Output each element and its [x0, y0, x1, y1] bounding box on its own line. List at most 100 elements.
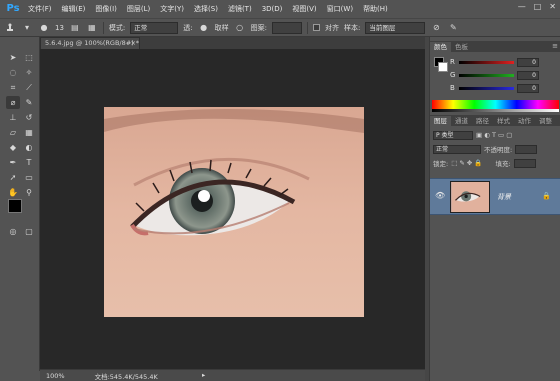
hand-tool-icon[interactable]: ✋: [6, 186, 20, 199]
eraser-tool-icon[interactable]: ▱: [6, 126, 20, 139]
layer-filter-row: P 类型 ▣ ◐ T ▭ ▢: [430, 129, 560, 141]
blend-mode-select[interactable]: 正常: [433, 144, 481, 154]
lock-icons[interactable]: ⬚ ✎ ✥ 🔒: [451, 159, 482, 167]
status-menu-arrow-icon[interactable]: ▸: [202, 371, 205, 379]
eyedropper-tool-icon[interactable]: ⟋: [22, 81, 36, 94]
document-tab[interactable]: 5.6.4.jpg @ 100%(RGB/8#) * ×: [40, 37, 140, 49]
color-panel-background[interactable]: [438, 62, 448, 72]
red-value-input[interactable]: 0: [517, 57, 539, 67]
green-channel-label: G: [450, 71, 456, 79]
lock-icon: 🔒: [542, 192, 551, 200]
brush-size-value: 13: [55, 23, 64, 32]
tab-actions[interactable]: 动作: [514, 116, 535, 126]
history-brush-tool-icon[interactable]: ↺: [22, 111, 36, 124]
menu-help[interactable]: 帮助(H): [358, 4, 393, 14]
menu-select[interactable]: 选择(S): [189, 4, 223, 14]
fill-input[interactable]: [513, 158, 536, 168]
filter-icons[interactable]: ▣ ◐ T ▭ ▢: [476, 131, 512, 139]
minimize-icon[interactable]: —: [518, 2, 526, 11]
tab-channels[interactable]: 通道: [451, 116, 472, 126]
lock-fill-row: 锁定: ⬚ ✎ ✥ 🔒 填充:: [430, 157, 560, 169]
pen-tool-icon[interactable]: ✒: [6, 156, 20, 169]
menu-window[interactable]: 窗口(W): [322, 4, 358, 14]
panel-menu-icon[interactable]: ≡: [552, 41, 558, 51]
color-spectrum[interactable]: [432, 100, 559, 109]
blue-slider[interactable]: [459, 86, 514, 90]
clone-source-icon[interactable]: ▦: [86, 22, 98, 34]
layer-kind-filter[interactable]: P 类型: [433, 130, 473, 140]
tab-swatches[interactable]: 色板: [451, 42, 472, 52]
menu-view[interactable]: 视图(V): [287, 4, 321, 14]
close-icon[interactable]: ✕: [549, 2, 556, 11]
menu-layer[interactable]: 图层(L): [122, 4, 155, 14]
mode-label: 模式:: [108, 23, 126, 32]
blue-value-input[interactable]: 0: [517, 83, 539, 93]
align-label: 对齐: [325, 23, 339, 32]
tab-styles[interactable]: 样式: [493, 116, 514, 126]
quick-mask-icon[interactable]: ◎: [6, 225, 20, 238]
color-panel-tabs: 颜色 色板 ≡: [430, 41, 560, 52]
visibility-eye-icon[interactable]: 👁: [435, 191, 445, 201]
status-bar: 100% 文档:545.4K/545.4K ▸: [40, 369, 425, 381]
document-size: 文档:545.4K/545.4K: [94, 372, 158, 381]
opacity-input[interactable]: [515, 144, 538, 154]
layer-row-background[interactable]: 👁 背景 🔒: [430, 178, 560, 215]
gradient-tool-icon[interactable]: ▦: [22, 126, 36, 139]
tab-layers[interactable]: 图层: [430, 116, 451, 126]
chevron-down-icon[interactable]: ▾: [21, 22, 33, 34]
shape-tool-icon[interactable]: ▭: [22, 171, 36, 184]
zoom-level[interactable]: 100%: [46, 372, 65, 380]
type-tool-icon[interactable]: T: [22, 156, 36, 169]
red-slider[interactable]: [459, 60, 514, 64]
radio-selected-icon[interactable]: ●: [198, 22, 210, 34]
blur-tool-icon[interactable]: ◆: [6, 141, 20, 154]
marquee-tool-icon[interactable]: ⬚: [22, 51, 36, 64]
clone-stamp-tool-icon[interactable]: ⊥: [6, 111, 20, 124]
ignore-adjustment-icon[interactable]: ⊘: [430, 22, 442, 34]
red-channel-label: R: [450, 58, 455, 66]
menu-edit[interactable]: 编辑(E): [57, 4, 91, 14]
lock-label: 锁定:: [433, 160, 449, 168]
screen-mode-icon[interactable]: ▢: [22, 225, 36, 238]
stamp-tool-icon[interactable]: [4, 22, 16, 34]
tab-paths[interactable]: 路径: [472, 116, 493, 126]
pattern-select[interactable]: [272, 21, 302, 34]
dodge-tool-icon[interactable]: ◐: [22, 141, 36, 154]
align-checkbox[interactable]: [313, 24, 320, 31]
quick-select-tool-icon[interactable]: ✧: [22, 66, 36, 79]
document-tab-title: 5.6.4.jpg @ 100%(RGB/8#) *: [45, 39, 140, 47]
tab-adjustments[interactable]: 调整: [535, 116, 556, 126]
green-slider[interactable]: [459, 73, 514, 77]
move-tool-icon[interactable]: ➤: [6, 51, 20, 64]
tab-color[interactable]: 颜色: [430, 42, 451, 52]
sample-label: 样本:: [344, 23, 361, 32]
lasso-tool-icon[interactable]: ◌: [6, 66, 20, 79]
layer-thumbnail: [450, 181, 490, 213]
sample-select[interactable]: 当前图层: [365, 21, 426, 34]
brush-panel-icon[interactable]: ▤: [69, 22, 81, 34]
opacity-label: 透:: [183, 23, 193, 32]
menu-type[interactable]: 文字(Y): [155, 4, 189, 14]
green-value-input[interactable]: 0: [517, 70, 539, 80]
menu-filter[interactable]: 滤镜(T): [223, 4, 257, 14]
grayscale-ramp[interactable]: [432, 109, 559, 112]
pressure-icon[interactable]: ✎: [447, 22, 459, 34]
menu-file[interactable]: 文件(F): [23, 4, 57, 14]
crop-tool-icon[interactable]: ⌗: [6, 81, 20, 94]
mode-select[interactable]: 正常: [130, 21, 179, 34]
foreground-color-swatch[interactable]: [8, 199, 22, 213]
menu-3d[interactable]: 3D(D): [257, 5, 288, 13]
fill-label: 填充:: [495, 160, 511, 168]
brush-tool-icon[interactable]: ✎: [22, 96, 36, 109]
menu-bar: Ps 文件(F) 编辑(E) 图像(I) 图层(L) 文字(Y) 选择(S) 滤…: [0, 0, 560, 18]
close-tab-icon[interactable]: ×: [131, 38, 136, 49]
zoom-tool-icon[interactable]: ⚲: [22, 186, 36, 199]
menu-image[interactable]: 图像(I): [90, 4, 122, 14]
radio-empty-icon[interactable]: ○: [234, 22, 246, 34]
brush-preset-icon[interactable]: ●: [38, 22, 50, 34]
tools-panel: ➤ ⬚ ◌ ✧ ⌗ ⟋ ⌀ ✎ ⊥ ↺ ▱ ▦ ◆ ◐ ✒ T ➚ ▭ ✋ ⚲ …: [0, 37, 40, 371]
healing-brush-tool-icon[interactable]: ⌀: [6, 96, 20, 109]
path-select-tool-icon[interactable]: ➚: [6, 171, 20, 184]
layer-name[interactable]: 背景: [497, 192, 511, 202]
maximize-icon[interactable]: □: [534, 2, 542, 11]
